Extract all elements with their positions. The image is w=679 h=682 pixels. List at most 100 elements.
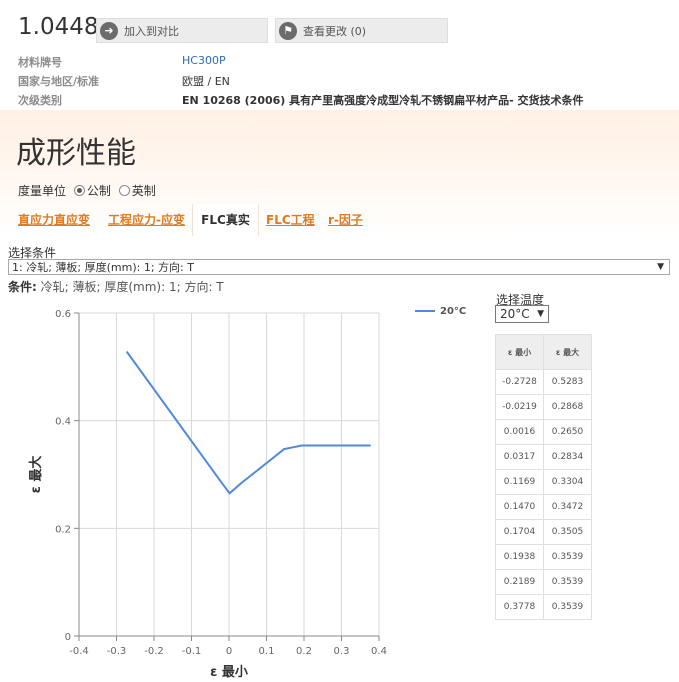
table-row: -0.2728 0.5283	[495, 369, 592, 395]
x-axis-label: ε 最小	[210, 665, 248, 680]
data-point	[124, 349, 129, 354]
condition-summary-label: 条件:	[8, 280, 37, 294]
table-row: 0.2189 0.3539	[495, 569, 592, 595]
tab-r-factor[interactable]: r-因子	[328, 204, 363, 236]
dropdown-arrow-icon: ▼	[537, 309, 544, 319]
add-to-compare-label: 加入到对比	[124, 25, 179, 38]
condition-summary: 条件: 冷轧; 薄板; 厚度(mm): 1; 方向: T	[8, 278, 224, 295]
table-row: 0.1938 0.3539	[495, 544, 592, 570]
meta-key: 国家与地区/标准	[18, 75, 100, 88]
col-header-eps-max: ε 最大	[543, 334, 592, 370]
view-changes-label: 查看更改 (0)	[303, 25, 367, 38]
data-point	[299, 443, 304, 448]
cell-eps-max: 0.3539	[543, 594, 592, 620]
data-point	[282, 447, 287, 452]
data-point	[218, 479, 223, 484]
cell-eps-max: 0.2868	[543, 394, 592, 420]
data-point	[368, 443, 373, 448]
tab-true-stress-strain[interactable]: 直应力直应变	[18, 204, 90, 236]
cell-eps-max: 0.3304	[543, 469, 592, 495]
tab-bar: 直应力直应变 工程应力-应变 FLC真实 FLC工程 r-因子	[0, 204, 679, 236]
cell-eps-min: 0.2189	[495, 569, 544, 595]
condition-select-value: 1: 冷轧; 薄板; 厚度(mm): 1; 方向: T	[12, 261, 194, 274]
y-tick-label: 0.6	[55, 309, 71, 320]
material-code: 1.0448	[18, 14, 99, 40]
table-row: 0.0016 0.2650	[495, 419, 592, 445]
cell-eps-min: -0.2728	[495, 369, 544, 395]
tab-engineering-stress-strain[interactable]: 工程应力-应变	[108, 204, 185, 236]
meta-value-link[interactable]: HC300P	[182, 54, 662, 67]
table-row: 0.3778 0.3539	[495, 594, 592, 620]
series-line	[125, 351, 371, 495]
units-label: 度量单位	[18, 184, 67, 198]
table-row: 0.0317 0.2834	[495, 444, 592, 470]
unit-selector: 度量单位 公制 英制	[18, 182, 156, 199]
temperature-select[interactable]: 20°C ▼	[495, 305, 549, 323]
data-point	[227, 491, 232, 496]
cell-eps-min: 0.0016	[495, 419, 544, 445]
table-row: -0.0219 0.2868	[495, 394, 592, 420]
dropdown-arrow-icon: ▼	[657, 262, 664, 272]
y-tick-label: 0.2	[55, 524, 71, 535]
cell-eps-min: -0.0219	[495, 394, 544, 420]
meta-value: EN 10268 (2006) 具有产里高强度冷成型冷轧不锈钢扁平材产品- 交货…	[182, 94, 584, 107]
y-axis-label: ε 最大	[28, 456, 44, 494]
cell-eps-max: 0.5283	[543, 369, 592, 395]
arrow-right-icon: ➜	[100, 22, 118, 40]
material-header: 1.0448 ➜ 加入到对比 ⚑ 查看更改 (0) 材料牌号 HC300P 国家…	[0, 0, 679, 110]
cell-eps-max: 0.3472	[543, 494, 592, 520]
x-tick-label: 0.2	[296, 646, 312, 657]
data-point	[238, 481, 243, 486]
view-changes-button[interactable]: ⚑ 查看更改 (0)	[275, 18, 448, 43]
x-tick-label: 0.1	[259, 646, 275, 657]
x-tick-label: -0.4	[69, 646, 89, 657]
cell-eps-max: 0.3539	[543, 569, 592, 595]
legend-swatch	[415, 310, 435, 312]
cell-eps-min: 0.1470	[495, 494, 544, 520]
x-tick-label: -0.2	[144, 646, 164, 657]
meta-key: 材料牌号	[18, 56, 62, 69]
data-point	[309, 443, 314, 448]
table-row: 0.1704 0.3505	[495, 519, 592, 545]
tab-flc-engineering[interactable]: FLC工程	[266, 204, 315, 236]
meta-key: 次级类别	[18, 94, 62, 107]
cell-eps-max: 0.3539	[543, 544, 592, 570]
cell-eps-min: 0.1938	[495, 544, 544, 570]
imperial-label[interactable]: 英制	[132, 184, 156, 198]
table-row: 0.1470 0.3472	[495, 494, 592, 520]
cell-eps-min: 0.1704	[495, 519, 544, 545]
metric-radio[interactable]	[73, 185, 85, 196]
x-tick-label: 0.4	[371, 646, 387, 657]
legend-label: 20°C	[440, 306, 467, 317]
cell-eps-min: 0.3778	[495, 594, 544, 620]
x-tick-label: -0.1	[182, 646, 202, 657]
cell-eps-min: 0.0317	[495, 444, 544, 470]
add-to-compare-button[interactable]: ➜ 加入到对比	[96, 18, 268, 43]
cell-eps-max: 0.2834	[543, 444, 592, 470]
cell-eps-min: 0.1169	[495, 469, 544, 495]
flag-icon: ⚑	[279, 22, 297, 40]
condition-summary-value: 冷轧; 薄板; 厚度(mm): 1; 方向: T	[40, 280, 224, 294]
y-tick-label: 0	[65, 632, 71, 643]
table-row: 0.1169 0.3304	[495, 469, 592, 495]
metric-label[interactable]: 公制	[87, 184, 111, 198]
flc-data-table: ε 最小 ε 最大 -0.2728 0.5283 -0.0219 0.2868 0.00…	[495, 334, 592, 620]
meta-value: 欧盟 / EN	[182, 75, 230, 88]
x-tick-label: -0.3	[107, 646, 127, 657]
condition-select[interactable]: 1: 冷轧; 薄板; 厚度(mm): 1; 方向: T ▼	[8, 259, 670, 275]
chart-legend[interactable]: 20°C	[415, 306, 466, 317]
page-title: 成形性能	[16, 136, 136, 171]
x-tick-label: 0.3	[334, 646, 350, 657]
flc-chart: -0.4 -0.3 -0.2 -0.1 0 0.1 0.2 0.3 0.4 0 0.2 0.4 0.6 ε…	[28, 309, 387, 680]
col-header-eps-min: ε 最小	[495, 334, 544, 370]
imperial-radio[interactable]	[118, 185, 130, 196]
tab-flc-true[interactable]: FLC真实	[192, 204, 259, 236]
flc-table-body: -0.2728 0.5283 -0.0219 0.2868 0.0016 0.2650 0.…	[495, 369, 592, 620]
y-tick-label: 0.4	[55, 417, 71, 428]
cell-eps-max: 0.3505	[543, 519, 592, 545]
data-point	[290, 445, 295, 450]
x-tick-label: 0	[226, 646, 232, 657]
temperature-value: 20°C	[500, 307, 530, 321]
cell-eps-max: 0.2650	[543, 419, 592, 445]
data-point	[270, 456, 275, 461]
